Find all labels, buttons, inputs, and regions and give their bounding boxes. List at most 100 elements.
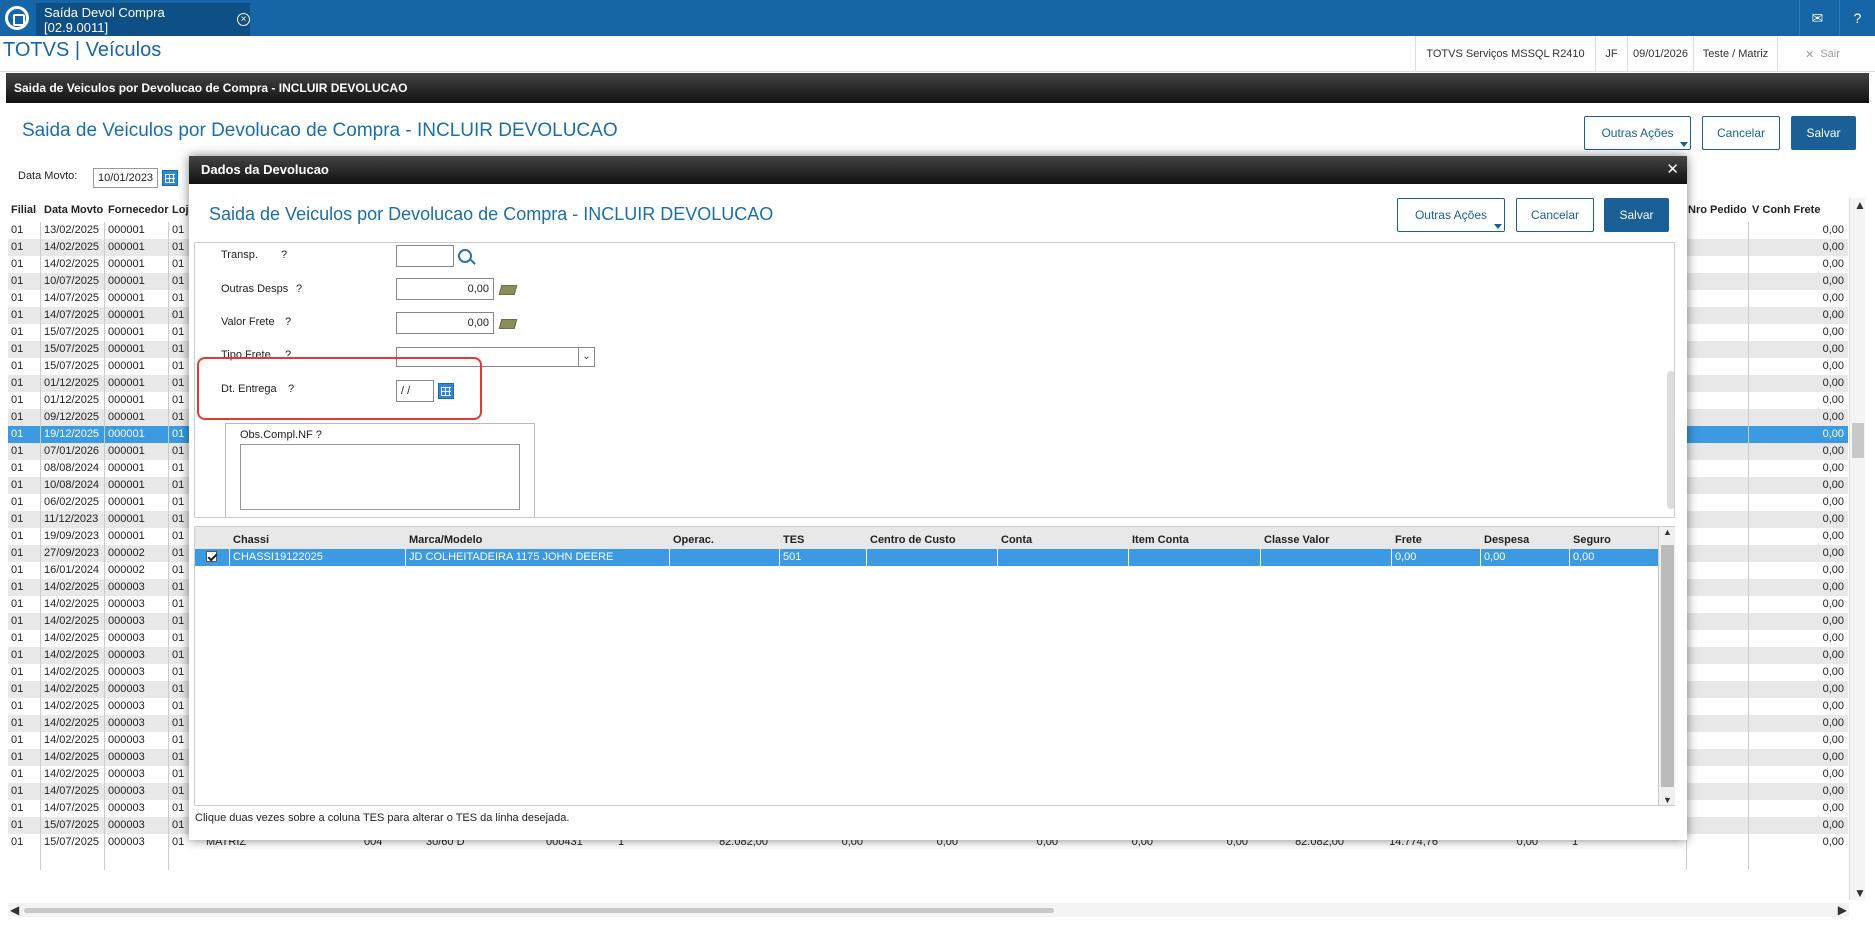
- cell-v-conh-frete: 0,00: [1822, 479, 1844, 491]
- cell-fornecedor: 000003: [108, 768, 145, 780]
- cell-fornecedor: 000001: [108, 530, 145, 542]
- arrow-right-icon[interactable]: ▶: [1838, 903, 1847, 917]
- cell-fornecedor: 000002: [108, 547, 145, 559]
- col-header-marca-modelo[interactable]: Marca/Modelo: [409, 534, 482, 546]
- obs-compl-nf-label: Obs.Compl.NF ?: [240, 429, 322, 441]
- cell-v-conh-frete: 0,00: [1822, 292, 1844, 304]
- cell-loja: 01: [172, 445, 185, 457]
- arrow-down-icon[interactable]: ▼: [1663, 795, 1672, 805]
- cell-tes[interactable]: 501: [783, 551, 801, 563]
- valor-frete-help[interactable]: ?: [285, 316, 291, 328]
- cell-filial: 01: [11, 717, 24, 729]
- col-header-frete[interactable]: Frete: [1395, 534, 1422, 546]
- mail-icon[interactable]: ✉: [1799, 0, 1835, 36]
- col-header-despesa[interactable]: Despesa: [1484, 534, 1529, 546]
- cell-v-conh-frete: 0,00: [1822, 768, 1844, 780]
- cell-filial: 01: [11, 241, 24, 253]
- cell-loja: 01: [172, 819, 185, 831]
- col-header-nro-pedido[interactable]: Nro Pedido: [1688, 204, 1747, 216]
- col-header-v-conh-frete[interactable]: V Conh Frete: [1752, 204, 1820, 216]
- cell-data-movto: 14/02/2025: [44, 241, 100, 253]
- cell-fornecedor: 000003: [108, 649, 145, 661]
- dialog-save-button[interactable]: Salvar: [1604, 198, 1669, 232]
- outras-desps-input[interactable]: 0,00: [396, 278, 494, 300]
- close-icon[interactable]: ×: [237, 13, 250, 26]
- arrow-down-icon[interactable]: ▼: [1854, 886, 1866, 900]
- grid-horizontal-scrollbar[interactable]: ◀ ▶: [8, 903, 1849, 917]
- cell-v-conh-frete: 0,00: [1822, 564, 1844, 576]
- table-row[interactable]: CHASSI19122025 JD COLHEITADEIRA 1175 JOH…: [195, 549, 1658, 566]
- cell-data-movto: 07/01/2026: [44, 445, 100, 457]
- exit-button[interactable]: ✕ Sair: [1777, 36, 1867, 72]
- col-header-data-movto[interactable]: Data Movto: [44, 204, 103, 216]
- chevron-down-icon[interactable]: ⌄: [578, 347, 594, 367]
- dialog-bar-title: Dados da Devolucao: [201, 162, 329, 177]
- cell-data-movto: 14/07/2025: [44, 785, 100, 797]
- col-header-loja[interactable]: Loj: [172, 204, 189, 216]
- col-header-seguro[interactable]: Seguro: [1573, 534, 1611, 546]
- help-icon[interactable]: ?: [1839, 0, 1875, 36]
- valor-frete-input[interactable]: 0,00: [396, 312, 494, 334]
- cell-loja: 01: [172, 717, 185, 729]
- cell-data-movto: 01/12/2025: [44, 394, 100, 406]
- search-icon[interactable]: [458, 249, 472, 263]
- col-header-fornecedor[interactable]: Fornecedor: [108, 204, 169, 216]
- save-button[interactable]: Salvar: [1791, 116, 1856, 150]
- arrow-left-icon[interactable]: ◀: [10, 903, 19, 917]
- col-header-conta[interactable]: Conta: [1001, 534, 1032, 546]
- other-actions-button[interactable]: Outras Ações: [1584, 116, 1691, 150]
- cell-loja: 01: [172, 479, 185, 491]
- calendar-icon[interactable]: [162, 170, 178, 186]
- arrow-up-icon[interactable]: ▲: [1663, 527, 1672, 537]
- money-icon[interactable]: [498, 319, 518, 329]
- transp-help[interactable]: ?: [281, 249, 287, 261]
- cell-v-conh-frete: 0,00: [1822, 462, 1844, 474]
- dialog-other-actions-button[interactable]: Outras Ações: [1397, 198, 1505, 232]
- items-vertical-scrollbar[interactable]: ▲ ▼: [1658, 527, 1675, 805]
- col-header-chassi[interactable]: Chassi: [233, 534, 269, 546]
- cancel-button[interactable]: Cancelar: [1702, 116, 1780, 150]
- cell-data-movto: 14/02/2025: [44, 751, 100, 763]
- col-header-centro-custo[interactable]: Centro de Custo: [870, 534, 956, 546]
- cell-loja: 01: [172, 768, 185, 780]
- form-vertical-scrollbar[interactable]: [1666, 243, 1674, 517]
- row-checkbox[interactable]: [206, 551, 217, 562]
- server-info: TOTVS Serviços MSSQL R2410: [1415, 36, 1595, 72]
- transp-input[interactable]: [396, 245, 454, 267]
- cell-v-conh-frete: 0,00: [1822, 615, 1844, 627]
- col-header-classe-valor[interactable]: Classe Valor: [1264, 534, 1329, 546]
- col-header-operac[interactable]: Operac.: [673, 534, 714, 546]
- dialog-cancel-button[interactable]: Cancelar: [1516, 198, 1594, 232]
- cell-loja: 01: [172, 309, 185, 321]
- totvs-logo-icon[interactable]: [0, 0, 34, 36]
- cell-fornecedor: 000001: [108, 496, 145, 508]
- cell-fornecedor: 000001: [108, 275, 145, 287]
- cell-fornecedor: 000001: [108, 479, 145, 491]
- cell-v-conh-frete: 0,00: [1822, 241, 1844, 253]
- col-header-filial[interactable]: Filial: [11, 204, 36, 216]
- movto-date-input[interactable]: 10/01/2023: [93, 168, 158, 188]
- cell-filial: 01: [11, 326, 24, 338]
- cell-loja: 01: [172, 275, 185, 287]
- cell-loja: 01: [172, 326, 185, 338]
- money-icon[interactable]: [498, 285, 518, 295]
- cell-fornecedor: 000001: [108, 513, 145, 525]
- cell-data-movto: 15/07/2025: [44, 326, 100, 338]
- col-header-tes[interactable]: TES: [783, 534, 804, 546]
- arrow-up-icon[interactable]: ▲: [1854, 198, 1866, 212]
- cell-loja: 01: [172, 666, 185, 678]
- tab-saida-devol-compra[interactable]: Saída Devol Compra [02.9.0011] ×: [36, 3, 250, 36]
- grid-vertical-scrollbar[interactable]: ▲ ▼: [1849, 198, 1866, 900]
- cell-v-conh-frete: 0,00: [1822, 326, 1844, 338]
- cell-data-movto: 19/09/2023: [44, 530, 100, 542]
- outras-desps-help[interactable]: ?: [296, 283, 302, 295]
- close-icon[interactable]: ✕: [1666, 156, 1679, 184]
- cell-filial: 01: [11, 734, 24, 746]
- obs-compl-nf-textarea[interactable]: [240, 444, 520, 510]
- user-info: JF: [1595, 36, 1627, 72]
- col-header-item-conta[interactable]: Item Conta: [1132, 534, 1189, 546]
- cell-loja: 01: [172, 785, 185, 797]
- cell-fornecedor: 000003: [108, 683, 145, 695]
- cell-v-conh-frete: 0,00: [1822, 411, 1844, 423]
- cell-fornecedor: 000003: [108, 632, 145, 644]
